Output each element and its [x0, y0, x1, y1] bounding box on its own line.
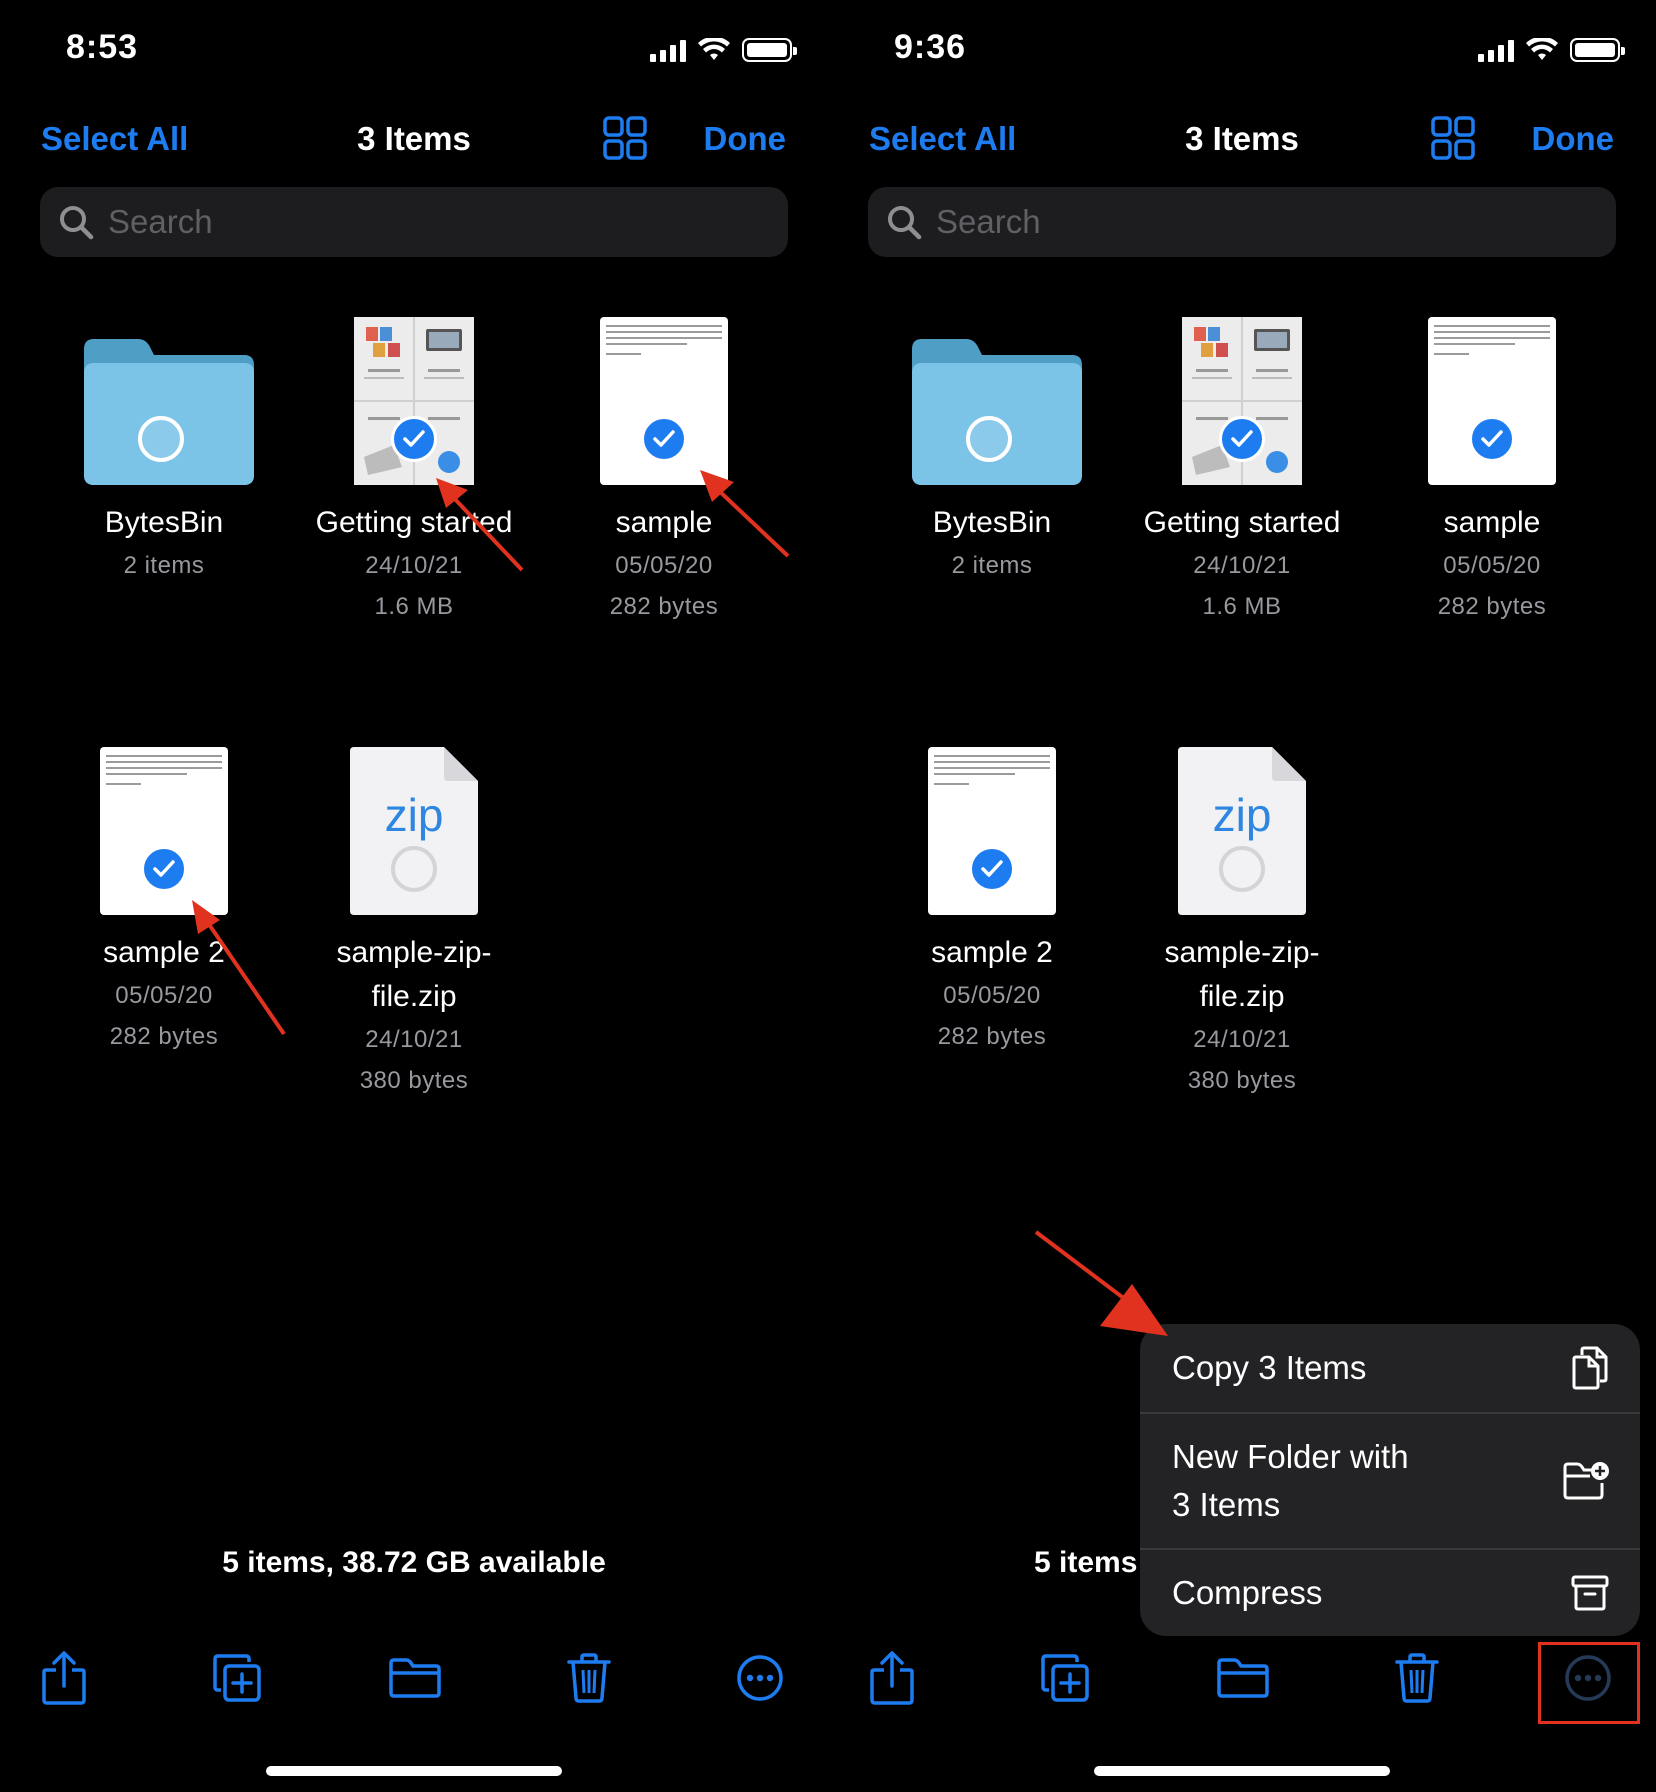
duplicate-icon	[213, 1654, 261, 1702]
share-icon	[870, 1651, 914, 1705]
home-indicator	[266, 1766, 562, 1776]
duplicate-icon	[1041, 1654, 1089, 1702]
more-icon	[737, 1655, 783, 1701]
archive-icon	[1571, 1575, 1609, 1611]
screen-left: 8:53 Select All 3 Items Done BytesBin 2 …	[0, 0, 828, 1792]
screen-right: 9:36 Select All 3 Items Done BytesBin 2 …	[828, 0, 1656, 1792]
bottom-toolbar	[0, 1648, 828, 1708]
share-icon	[42, 1651, 86, 1705]
annotation-arrow	[192, 900, 286, 1036]
share-button[interactable]	[862, 1648, 922, 1708]
trash-icon	[567, 1653, 611, 1703]
folder-icon	[389, 1658, 441, 1698]
storage-status: 5 items, 38.72 GB available	[222, 1546, 606, 1579]
folder-icon	[1217, 1658, 1269, 1698]
bottom-toolbar	[828, 1648, 1656, 1708]
annotation-highlight-box	[1538, 1642, 1640, 1724]
more-button[interactable]	[730, 1648, 790, 1708]
share-button[interactable]	[34, 1648, 94, 1708]
storage-status: 5 items	[1034, 1546, 1138, 1579]
menu-item-label: New Folder with 3 Items	[1172, 1438, 1409, 1523]
trash-icon	[1395, 1653, 1439, 1703]
delete-button[interactable]	[559, 1648, 619, 1708]
menu-item-label: Compress	[1172, 1574, 1323, 1611]
menu-item-new-folder[interactable]: New Folder with 3 Items	[1140, 1414, 1640, 1548]
delete-button[interactable]	[1387, 1648, 1447, 1708]
annotation-arrow	[1034, 1230, 1168, 1336]
menu-item-compress[interactable]: Compress	[1140, 1550, 1640, 1636]
move-button[interactable]	[1213, 1648, 1273, 1708]
duplicate-button[interactable]	[207, 1648, 267, 1708]
home-indicator	[1094, 1766, 1390, 1776]
folder-plus-icon	[1563, 1462, 1609, 1500]
duplicate-button[interactable]	[1035, 1648, 1095, 1708]
move-button[interactable]	[385, 1648, 445, 1708]
